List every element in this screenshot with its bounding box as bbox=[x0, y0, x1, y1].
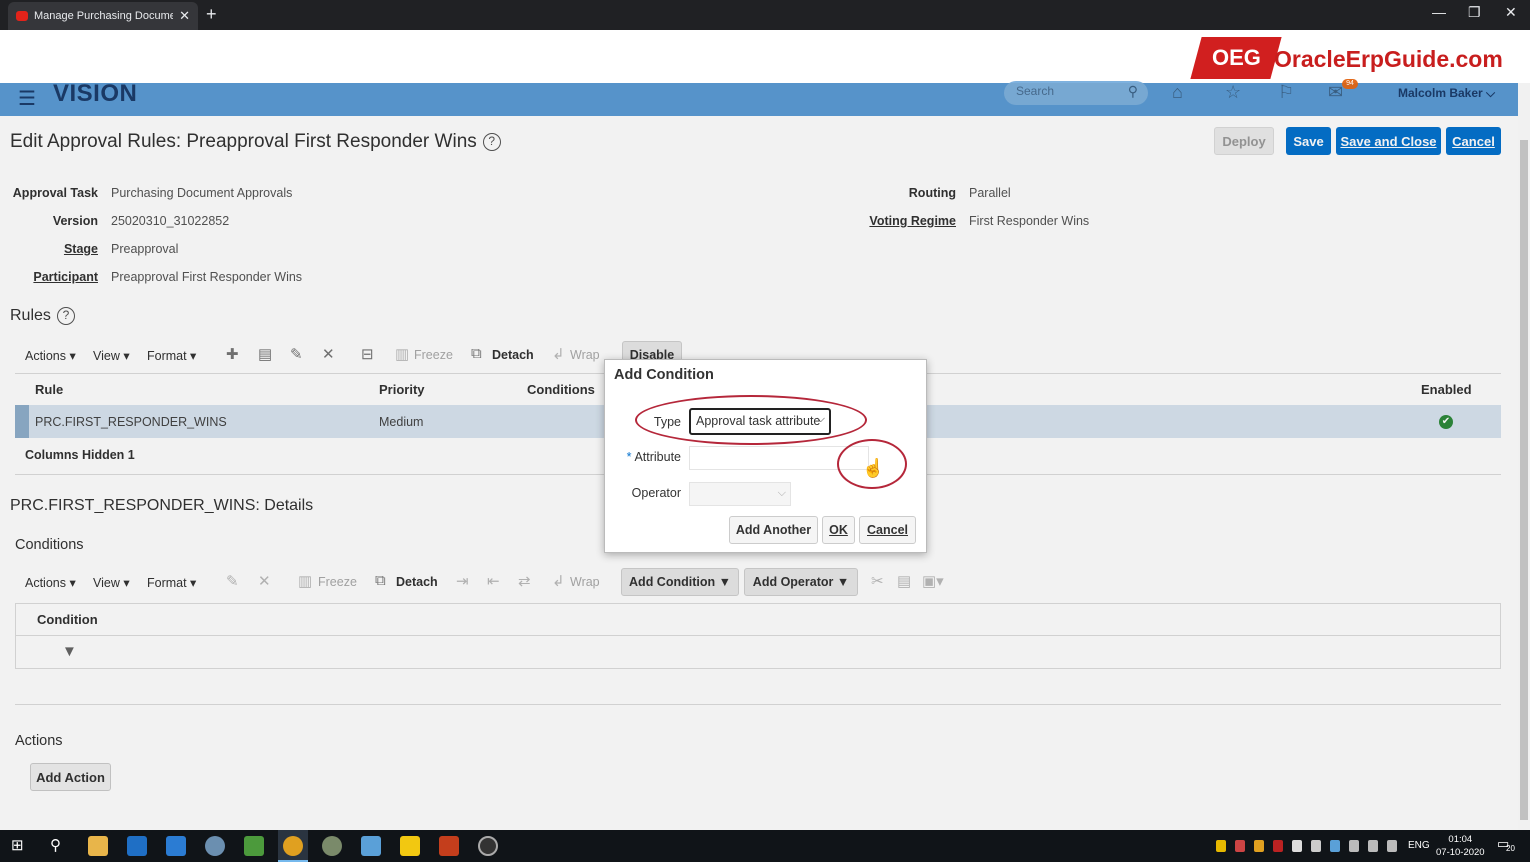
new-tab-button[interactable]: + bbox=[206, 5, 217, 23]
windows-start-icon[interactable]: ⊞ bbox=[11, 836, 24, 854]
snip-tool-icon[interactable] bbox=[361, 836, 381, 856]
dialog-title: Add Condition bbox=[614, 367, 714, 383]
taskbar-search-icon[interactable]: ⚲ bbox=[50, 836, 61, 854]
tray-app-icon[interactable] bbox=[1235, 840, 1245, 852]
mail-icon[interactable] bbox=[166, 836, 186, 856]
browser-tab-title: Manage Purchasing Document A bbox=[34, 10, 174, 22]
tray-shield-icon[interactable] bbox=[1216, 840, 1226, 852]
window-close-icon[interactable]: ✕ bbox=[1505, 4, 1517, 21]
tray-chrome-icon[interactable] bbox=[1254, 840, 1264, 852]
dialog-cancel-button[interactable]: Cancel bbox=[859, 516, 916, 544]
restore-icon[interactable]: ❐ bbox=[1468, 4, 1481, 21]
ok-button[interactable]: OK bbox=[822, 516, 855, 544]
recorder-icon[interactable] bbox=[478, 836, 498, 856]
network-app-icon[interactable] bbox=[205, 836, 225, 856]
outlook-icon[interactable] bbox=[127, 836, 147, 856]
tray-dropbox-icon[interactable] bbox=[1311, 840, 1321, 852]
tray-mic-icon[interactable] bbox=[1292, 840, 1302, 852]
add-another-button[interactable]: Add Another bbox=[729, 516, 818, 544]
oeg-logo: OEG bbox=[1190, 37, 1282, 79]
type-highlight-ring bbox=[635, 395, 867, 445]
oeg-logo-mark: OEG bbox=[1211, 45, 1261, 70]
tab-close-icon[interactable]: ✕ bbox=[179, 8, 190, 24]
tray-globe-icon[interactable] bbox=[1330, 840, 1340, 852]
powerpoint-icon[interactable] bbox=[439, 836, 459, 856]
hand-cursor-icon: ☝ bbox=[862, 458, 885, 478]
oeg-logo-text: OracleErpGuide.com bbox=[1274, 46, 1503, 72]
taskbar-clock[interactable]: 01:04 07-10-2020 bbox=[1436, 833, 1485, 859]
clock-date: 07-10-2020 bbox=[1436, 847, 1485, 858]
operator-select[interactable]: ⌵ bbox=[689, 482, 791, 506]
chrome-icon[interactable] bbox=[283, 836, 303, 856]
sticky-notes-icon[interactable] bbox=[400, 836, 420, 856]
operator-chevron-icon: ⌵ bbox=[777, 487, 786, 499]
action-center-count: 20 bbox=[1506, 844, 1515, 853]
file-explorer-icon[interactable] bbox=[88, 836, 108, 856]
clock-time: 01:04 bbox=[1448, 834, 1473, 845]
notepad-icon[interactable] bbox=[244, 836, 264, 856]
attribute-label: * Attribute bbox=[615, 450, 681, 464]
scrollbar-thumb[interactable] bbox=[1520, 140, 1528, 820]
minimize-icon[interactable]: — bbox=[1432, 4, 1446, 20]
tray-display-icon[interactable] bbox=[1349, 840, 1359, 852]
wifi-icon[interactable] bbox=[1368, 840, 1378, 852]
browser-tab[interactable]: Manage Purchasing Document A ✕ bbox=[8, 2, 198, 30]
browser-tab-bar: Manage Purchasing Document A ✕ + — ❐ ✕ bbox=[0, 0, 1530, 30]
volume-icon[interactable] bbox=[1387, 840, 1397, 852]
required-indicator: * bbox=[626, 450, 632, 464]
attribute-label-text: Attribute bbox=[634, 450, 681, 464]
operator-label: Operator bbox=[631, 486, 681, 500]
language-indicator[interactable]: ENG bbox=[1408, 840, 1430, 851]
tray-k-icon[interactable] bbox=[1273, 840, 1283, 852]
oracle-favicon-icon bbox=[16, 11, 28, 21]
bird-app-icon[interactable] bbox=[322, 836, 342, 856]
